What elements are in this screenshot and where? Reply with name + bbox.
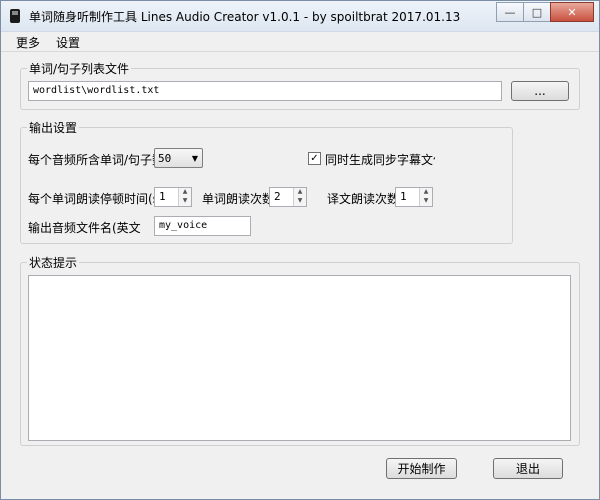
browse-button[interactable]: ... [511, 81, 569, 101]
status-textarea[interactable] [28, 275, 571, 441]
chevron-down-icon: ▼ [191, 154, 198, 163]
translation-repeat-arrows[interactable]: ▲ ▼ [419, 188, 432, 206]
start-button[interactable]: 开始制作 [386, 458, 457, 479]
words-per-audio-label: 每个音频所含单词/句子数 [28, 153, 158, 167]
output-filename-input[interactable]: my_voice [154, 216, 251, 236]
minimize-button[interactable]: — [496, 2, 524, 22]
translation-repeat-spinner[interactable]: 1 ▲ ▼ [395, 187, 433, 207]
caption-buttons: — □ ✕ [496, 2, 594, 22]
spin-down-icon[interactable]: ▼ [294, 197, 306, 206]
spin-up-icon[interactable]: ▲ [294, 188, 306, 197]
maximize-button[interactable]: □ [523, 2, 551, 22]
status-legend: 状态提示 [29, 256, 78, 270]
close-button[interactable]: ✕ [550, 2, 594, 22]
word-repeat-label: 单词朗读次数 [202, 192, 275, 206]
pause-time-value: 1 [159, 190, 166, 203]
subtitle-checkbox-label: 同时生成同步字幕文件 [325, 153, 435, 167]
pause-time-spinner[interactable]: 1 ▲ ▼ [154, 187, 192, 207]
menu-bar: 更多 设置 [1, 32, 599, 52]
app-window: 单词随身听制作工具 Lines Audio Creator v1.0.1 - b… [0, 0, 600, 500]
menu-settings[interactable]: 设置 [56, 34, 80, 51]
pause-time-label: 每个单词朗读停顿时间(s [28, 192, 156, 206]
file-list-legend: 单词/句子列表文件 [29, 62, 130, 76]
menu-more[interactable]: 更多 [16, 34, 40, 51]
word-repeat-arrows[interactable]: ▲ ▼ [293, 188, 306, 206]
word-repeat-spinner[interactable]: 2 ▲ ▼ [269, 187, 307, 207]
pause-time-arrows[interactable]: ▲ ▼ [178, 188, 191, 206]
subtitle-checkbox[interactable]: ✓ [308, 152, 321, 165]
translation-repeat-value: 1 [400, 190, 407, 203]
words-per-audio-select[interactable]: 50 ▼ [154, 148, 203, 168]
word-repeat-value: 2 [274, 190, 281, 203]
spin-down-icon[interactable]: ▼ [179, 197, 191, 206]
output-settings-legend: 输出设置 [29, 121, 78, 135]
output-filename-label: 输出音频文件名(英文 [28, 221, 141, 235]
spin-up-icon[interactable]: ▲ [179, 188, 191, 197]
app-icon [10, 9, 20, 23]
words-per-audio-value: 50 [158, 152, 172, 165]
window-title: 单词随身听制作工具 Lines Audio Creator v1.0.1 - b… [29, 10, 461, 24]
wordlist-path-input[interactable]: wordlist\wordlist.txt [28, 81, 502, 101]
spin-up-icon[interactable]: ▲ [420, 188, 432, 197]
spin-down-icon[interactable]: ▼ [420, 197, 432, 206]
translation-repeat-label: 译文朗读次数 [327, 192, 400, 206]
title-bar[interactable]: 单词随身听制作工具 Lines Audio Creator v1.0.1 - b… [1, 1, 599, 32]
exit-button[interactable]: 退出 [493, 458, 563, 479]
